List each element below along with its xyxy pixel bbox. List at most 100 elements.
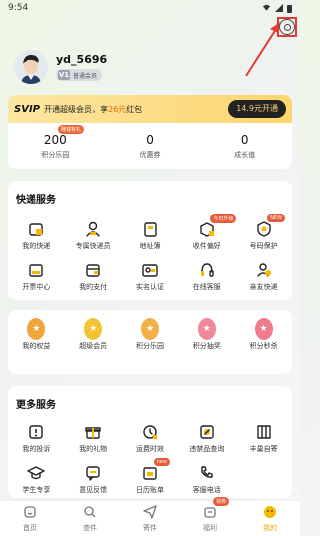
- service-item[interactable]: 意见反馈: [65, 464, 122, 495]
- service-item[interactable]: 客服电话: [178, 464, 235, 495]
- username: yd_5696: [56, 53, 108, 66]
- welfare-icon: [203, 505, 217, 521]
- service-item[interactable]: 我的投诉: [8, 423, 65, 454]
- service-label: 我的权益: [22, 342, 51, 350]
- express-grid: 我的快递 专属快递员 地址簿 今日升级 收件偏好 NEW 号码保护开票中心 我的支付 实名认证 在…: [8, 214, 292, 292]
- svip-banner[interactable]: SVIP 开通超级会员，享26元红包 14.9元开通: [8, 95, 292, 123]
- service-label: 违禁品查询: [189, 445, 225, 453]
- mine-icon: [263, 505, 277, 521]
- tab-label: 查件: [83, 523, 97, 532]
- service-item[interactable]: 运费时效: [122, 423, 179, 454]
- service-label: 我的支付: [79, 283, 108, 291]
- prohibited-icon: [198, 423, 216, 441]
- address-book-icon: [141, 220, 159, 238]
- service-item[interactable]: ★ 积分抽奖: [178, 318, 235, 351]
- service-item[interactable]: 实名认证: [122, 261, 179, 292]
- service-item[interactable]: 违禁品查询: [178, 423, 235, 454]
- stat-points[interactable]: 赚钱有礼 200 积分乐园: [8, 123, 103, 169]
- package-icon: [27, 220, 45, 238]
- service-item[interactable]: ★ 积分乐园: [122, 318, 179, 351]
- service-item[interactable]: new 日历账单: [122, 458, 179, 495]
- service-item[interactable]: 在线客服: [178, 261, 235, 292]
- bottom-tab-bar: 首页查件 寄件 领券 福利我的: [0, 497, 300, 536]
- service-item[interactable]: 地址簿: [122, 220, 179, 251]
- svip-open-button[interactable]: 14.9元开通: [228, 100, 286, 118]
- courier-icon: [84, 220, 102, 238]
- section-title: 更多服务: [16, 400, 56, 411]
- avatar[interactable]: [14, 50, 48, 84]
- tab-label: 我的: [263, 523, 277, 532]
- flash-sale-icon: ★: [254, 318, 273, 340]
- avatar-icon: [14, 50, 48, 84]
- more-grid: 我的投诉 我的礼物 运费时效 违禁品查询 丰巢自寄学生专享 意见反馈 new 日历账单 客服电话: [8, 423, 292, 495]
- service-label: 积分乐园: [135, 342, 164, 350]
- service-item[interactable]: 我的礼物: [65, 423, 122, 454]
- locker-icon: [255, 423, 273, 441]
- service-label: 积分秒杀: [249, 342, 278, 350]
- service-item[interactable]: 开票中心: [8, 261, 65, 292]
- tab-send[interactable]: 寄件: [120, 501, 180, 536]
- service-label: 开票中心: [22, 283, 51, 291]
- stats-row: 赚钱有礼 200 积分乐园 0 优惠券 0 成长值: [8, 123, 292, 169]
- shield-icon: [255, 220, 273, 238]
- service-label: 专属快递员: [75, 242, 111, 250]
- stat-growth[interactable]: 0 成长值: [197, 123, 292, 169]
- service-label: 超级会员: [79, 342, 108, 350]
- service-label: 意见反馈: [79, 486, 108, 494]
- stat-coupons[interactable]: 0 优惠券: [103, 123, 198, 169]
- service-label: 在线客服: [192, 283, 221, 291]
- service-item[interactable]: ★ 积分秒杀: [235, 318, 292, 351]
- stat-label: 积分乐园: [41, 150, 70, 159]
- rights-icon: ★: [27, 318, 46, 340]
- service-item[interactable]: 我的支付: [65, 261, 122, 292]
- stat-tag: 赚钱有礼: [58, 125, 85, 134]
- status-icons: [262, 4, 292, 13]
- profile-header[interactable]: yd_5696 V1 普通会员: [14, 50, 107, 84]
- service-label: 实名认证: [135, 283, 164, 291]
- tab-welfare[interactable]: 领券 福利: [180, 497, 240, 536]
- search-icon: [83, 505, 97, 521]
- headset-icon: [198, 261, 216, 279]
- friends-icon: [255, 261, 273, 279]
- phone-icon: [198, 464, 216, 482]
- svip-highlight: 26元: [108, 104, 127, 114]
- express-services-card: 快递服务 我的快递 专属快递员 地址簿 今日升级 收件偏好 NEW 号码保护 开票中心 我的支付…: [8, 181, 292, 300]
- stat-label: 成长值: [234, 150, 256, 159]
- complaint-icon: [27, 423, 45, 441]
- stat-label: 优惠券: [139, 150, 161, 159]
- service-label: 学生专享: [22, 486, 51, 494]
- benefits-card: ★ 我的权益 ★ 超级会员 ★ 积分乐园 ★ 积分抽奖 ★ 积分秒杀: [8, 310, 292, 374]
- level-label: 普通会员: [73, 72, 98, 80]
- calendar-icon: [141, 464, 159, 482]
- tab-search[interactable]: 查件: [60, 501, 120, 536]
- stat-value: 200: [43, 132, 67, 147]
- service-label: 客服电话: [192, 486, 221, 494]
- service-item[interactable]: 丰巢自寄: [235, 423, 292, 454]
- service-label: 丰巢自寄: [249, 445, 278, 453]
- service-item[interactable]: NEW 号码保护: [235, 214, 292, 251]
- points-icon: ★: [140, 318, 159, 340]
- tab-mine[interactable]: 我的: [240, 501, 300, 536]
- home-icon: [23, 505, 37, 521]
- gift-icon: [84, 423, 102, 441]
- member-level-badge[interactable]: V1 普通会员: [56, 69, 103, 81]
- level-badge-icon: V1: [58, 70, 70, 80]
- status-bar: 9:54: [0, 0, 300, 16]
- service-item[interactable]: 我的快递: [8, 220, 65, 251]
- service-label: 日历账单: [135, 486, 164, 494]
- service-item[interactable]: ★ 超级会员: [65, 318, 122, 351]
- svip-promo-text: 开通超级会员，享26元红包: [44, 104, 143, 114]
- service-item[interactable]: 亲友快递: [235, 261, 292, 292]
- service-item[interactable]: ★ 我的权益: [8, 318, 65, 351]
- feedback-icon: [84, 464, 102, 482]
- id-card-icon: [141, 261, 159, 279]
- service-item[interactable]: 学生专享: [8, 464, 65, 495]
- tab-home[interactable]: 首页: [0, 501, 60, 536]
- clock-icon: [141, 423, 159, 441]
- service-item[interactable]: 专属快递员: [65, 220, 122, 251]
- service-label: 我的礼物: [79, 445, 108, 453]
- signal-icon: [275, 4, 283, 12]
- student-icon: [27, 464, 46, 482]
- service-item[interactable]: 今日升级 收件偏好: [178, 214, 237, 251]
- service-label: 地址簿: [139, 242, 161, 250]
